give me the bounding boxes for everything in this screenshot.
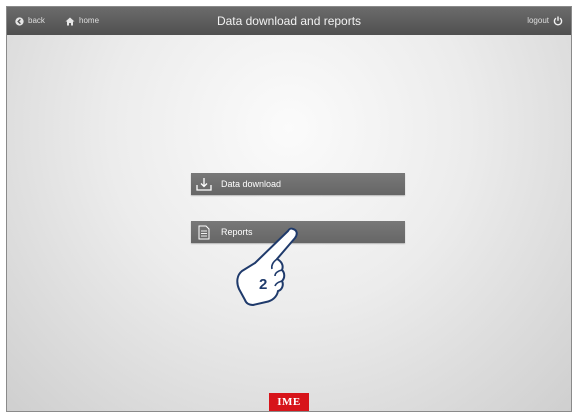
screen: back home Data download and reports logo… xyxy=(6,6,572,412)
page-title: Data download and reports xyxy=(216,14,362,28)
document-icon xyxy=(191,221,217,243)
download-icon xyxy=(191,173,217,195)
data-download-label: Data download xyxy=(221,179,282,189)
power-icon xyxy=(553,16,563,26)
step-number: 2 xyxy=(259,276,267,293)
top-bar: back home Data download and reports logo… xyxy=(7,7,571,35)
data-download-button[interactable]: Data download xyxy=(191,173,405,195)
logout-label: logout xyxy=(527,16,549,25)
pointing-hand-icon: 2 xyxy=(236,227,298,306)
logout-button[interactable]: logout xyxy=(527,7,563,35)
device-frame: back home Data download and reports logo… xyxy=(0,0,579,418)
ime-logo: IME xyxy=(269,393,309,411)
